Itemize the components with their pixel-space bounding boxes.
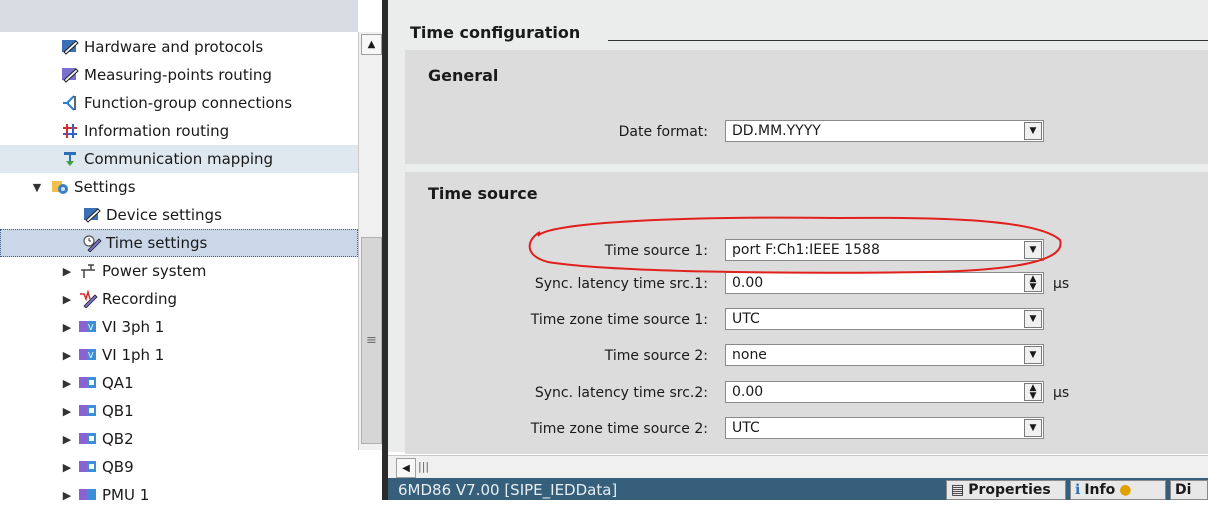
tree-item-label: VI 1ph 1: [102, 346, 165, 364]
tree-item-label: Time settings: [106, 234, 208, 252]
tree-item-label: QA1: [102, 374, 134, 392]
tree-item-function-group-connections[interactable]: Function-group connections: [0, 89, 358, 117]
tab-info[interactable]: ℹ Info ●: [1070, 480, 1166, 500]
time-configuration-panel: Time configuration General Date format: …: [388, 0, 1208, 454]
tree-item-label: QB9: [102, 458, 134, 476]
tree-item-device-settings[interactable]: Device settings: [0, 201, 358, 229]
function-group-icon: [78, 485, 98, 505]
svg-text:V: V: [88, 351, 94, 360]
tree-item-vi-3ph-1[interactable]: ▶ V VI 3ph 1: [0, 313, 358, 341]
tree-item-label: Communication mapping: [84, 150, 274, 168]
time-zone-1-value: UTC: [732, 311, 760, 327]
tree-item-hardware-and-protocols[interactable]: Hardware and protocols: [0, 33, 358, 61]
expand-arrow-icon[interactable]: ▶: [60, 405, 74, 418]
tree-item-label: Measuring-points routing: [84, 66, 272, 84]
sync-latency-2-stepper[interactable]: 0.00 ▲ ▼: [725, 381, 1044, 403]
tree-item-label: QB1: [102, 402, 134, 420]
function-group-icon: [78, 373, 98, 393]
tree-item-label: Function-group connections: [84, 94, 293, 112]
tree-item-label: Device settings: [106, 206, 222, 224]
power-system-icon: [78, 261, 98, 281]
info-icon: ℹ: [1075, 482, 1081, 498]
tab-diagnostics[interactable]: Di: [1170, 480, 1208, 500]
expand-arrow-icon[interactable]: ▶: [60, 433, 74, 446]
clock-pen-icon: [82, 233, 102, 253]
scroll-left-icon[interactable]: ◀: [396, 458, 416, 478]
expand-arrow-icon[interactable]: ▼: [30, 181, 44, 194]
sync-latency-2-label: Sync. latency time src.2:: [534, 385, 708, 401]
red-highlight-annotation: [528, 216, 1062, 274]
tree-item-label: Recording: [102, 290, 178, 308]
expand-arrow-icon[interactable]: ▶: [60, 377, 74, 390]
tree-item-measuring-points-routing[interactable]: Measuring-points routing: [0, 61, 358, 89]
tree-vertical-scrollbar[interactable]: ▲ ≡: [358, 32, 383, 450]
editor-status-bar: 6MD86 V7.00 [SIPE_IEDData] ▤ Properties …: [388, 478, 1208, 500]
tree-item-label: Power system: [102, 262, 207, 280]
connection-icon: [60, 93, 80, 113]
tree-item-vi-1ph-1[interactable]: ▶ V VI 1ph 1: [0, 341, 358, 369]
pen-icon: [60, 65, 80, 85]
tree-item-information-routing[interactable]: Information routing: [0, 117, 358, 145]
expand-arrow-icon[interactable]: ▶: [60, 461, 74, 474]
recording-icon: [78, 289, 98, 309]
time-zone-2-value: UTC: [732, 420, 760, 436]
expand-arrow-icon[interactable]: ▶: [60, 349, 74, 362]
warning-icon: ●: [1119, 482, 1132, 498]
tree-item-label: Settings: [74, 178, 136, 196]
tree-item-label: Hardware and protocols: [84, 38, 264, 56]
tree-item-settings[interactable]: ▼ Settings: [0, 173, 358, 201]
tree-item-pmu-1[interactable]: ▶ PMU 1: [0, 481, 358, 509]
mapping-icon: [60, 149, 80, 169]
chevron-down-icon[interactable]: ▼: [1024, 310, 1042, 328]
time-zone-2-label: Time zone time source 2:: [530, 421, 708, 437]
tree-item-qb9[interactable]: ▶ QB9: [0, 453, 358, 481]
function-group-icon: V: [78, 317, 98, 337]
expand-arrow-icon[interactable]: ▶: [60, 293, 74, 306]
settings-folder-icon: [50, 177, 70, 197]
editor-title: 6MD86 V7.00 [SIPE_IEDData]: [398, 481, 618, 499]
time-zone-1-label: Time zone time source 1:: [530, 312, 708, 328]
time-source-2-dropdown[interactable]: none ▼: [725, 344, 1044, 366]
project-tree: Hardware and protocols Measuring-points …: [0, 0, 358, 504]
chevron-down-icon[interactable]: ▼: [1024, 419, 1042, 437]
pen-icon: [82, 205, 102, 225]
tree-item-communication-mapping[interactable]: Communication mapping: [0, 145, 358, 173]
tree-item-recording[interactable]: ▶ Recording: [0, 285, 358, 313]
svg-text:V: V: [88, 323, 94, 332]
tree-item-label: QB2: [102, 430, 134, 448]
scrollbar-thumb[interactable]: ≡: [361, 237, 382, 444]
tree-item-time-settings[interactable]: Time settings: [0, 229, 358, 257]
function-group-icon: [78, 429, 98, 449]
horizontal-scrollbar[interactable]: ◀ |||: [388, 455, 1208, 478]
sync-latency-2-value: 0.00: [732, 384, 764, 400]
function-group-icon: V: [78, 345, 98, 365]
tree-item-label: PMU 1: [102, 486, 150, 504]
tree-header-band: [0, 0, 358, 32]
tree-item-qb2[interactable]: ▶ QB2: [0, 425, 358, 453]
tab-properties[interactable]: ▤ Properties: [946, 480, 1066, 500]
tree-item-power-system[interactable]: ▶ Power system: [0, 257, 358, 285]
scrollbar-thumb-grip[interactable]: |||: [418, 460, 429, 473]
tree-item-label: Information routing: [84, 122, 230, 140]
expand-arrow-icon[interactable]: ▶: [60, 321, 74, 334]
time-source-2-label: Time source 2:: [604, 348, 708, 364]
routing-grid-icon: [60, 121, 80, 141]
tree-item-label: VI 3ph 1: [102, 318, 165, 336]
time-zone-1-dropdown[interactable]: UTC ▼: [725, 308, 1044, 330]
function-group-icon: [78, 457, 98, 477]
tree-item-qa1[interactable]: ▶ QA1: [0, 369, 358, 397]
pen-icon: [60, 37, 80, 57]
expand-arrow-icon[interactable]: ▶: [60, 265, 74, 278]
spinner-icon[interactable]: ▲ ▼: [1024, 383, 1042, 401]
function-group-icon: [78, 401, 98, 421]
sync-latency-2-unit: µs: [1053, 385, 1070, 401]
properties-icon: ▤: [951, 482, 965, 498]
scroll-up-icon[interactable]: ▲: [361, 34, 382, 55]
time-source-2-value: none: [732, 347, 767, 363]
time-zone-2-dropdown[interactable]: UTC ▼: [725, 417, 1044, 439]
chevron-down-icon[interactable]: ▼: [1024, 346, 1042, 364]
tree-item-qb1[interactable]: ▶ QB1: [0, 397, 358, 425]
